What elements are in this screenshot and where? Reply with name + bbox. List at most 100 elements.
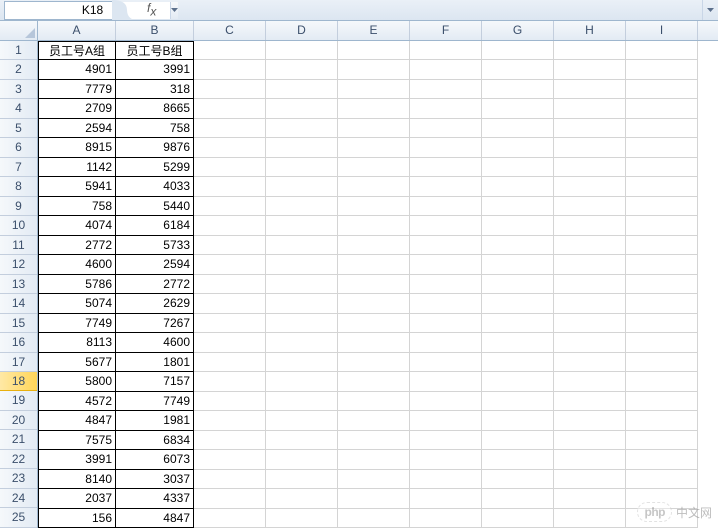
cell-E25[interactable] <box>338 509 410 528</box>
cell-H12[interactable] <box>554 255 626 274</box>
cell-C1[interactable] <box>194 41 266 60</box>
cell-E14[interactable] <box>338 294 410 313</box>
cell-F25[interactable] <box>410 509 482 528</box>
cell-A11[interactable]: 2772 <box>38 236 116 255</box>
cell-G19[interactable] <box>482 392 554 411</box>
cell-E4[interactable] <box>338 99 410 118</box>
cell-A10[interactable]: 4074 <box>38 216 116 235</box>
cell-H17[interactable] <box>554 353 626 372</box>
cell-H5[interactable] <box>554 119 626 138</box>
row-header-25[interactable]: 25 <box>0 508 37 527</box>
cell-A6[interactable]: 8915 <box>38 138 116 157</box>
cell-I12[interactable] <box>626 255 698 274</box>
cell-D12[interactable] <box>266 255 338 274</box>
cell-I15[interactable] <box>626 314 698 333</box>
cell-F3[interactable] <box>410 80 482 99</box>
row-header-5[interactable]: 5 <box>0 119 37 138</box>
cell-D7[interactable] <box>266 158 338 177</box>
cell-B4[interactable]: 8665 <box>116 99 194 118</box>
cell-C8[interactable] <box>194 177 266 196</box>
cell-F8[interactable] <box>410 177 482 196</box>
cell-I16[interactable] <box>626 333 698 352</box>
cell-F20[interactable] <box>410 411 482 430</box>
cell-F19[interactable] <box>410 392 482 411</box>
cell-H25[interactable] <box>554 509 626 528</box>
cell-D20[interactable] <box>266 411 338 430</box>
cell-D15[interactable] <box>266 314 338 333</box>
cell-G21[interactable] <box>482 431 554 450</box>
row-header-24[interactable]: 24 <box>0 489 37 508</box>
cell-E24[interactable] <box>338 489 410 508</box>
cell-H4[interactable] <box>554 99 626 118</box>
cell-F23[interactable] <box>410 470 482 489</box>
cell-G13[interactable] <box>482 275 554 294</box>
cell-D4[interactable] <box>266 99 338 118</box>
cell-B16[interactable]: 4600 <box>116 333 194 352</box>
cell-B1[interactable]: 员工号B组 <box>116 41 194 60</box>
cell-I17[interactable] <box>626 353 698 372</box>
cell-F14[interactable] <box>410 294 482 313</box>
cell-G3[interactable] <box>482 80 554 99</box>
cell-E16[interactable] <box>338 333 410 352</box>
cell-B5[interactable]: 758 <box>116 119 194 138</box>
cell-C24[interactable] <box>194 489 266 508</box>
cell-C23[interactable] <box>194 470 266 489</box>
column-header-a[interactable]: A <box>38 21 116 40</box>
cell-A22[interactable]: 3991 <box>38 450 116 469</box>
cell-I10[interactable] <box>626 216 698 235</box>
row-header-4[interactable]: 4 <box>0 99 37 118</box>
cell-H13[interactable] <box>554 275 626 294</box>
cell-B10[interactable]: 6184 <box>116 216 194 235</box>
cell-G15[interactable] <box>482 314 554 333</box>
cell-E5[interactable] <box>338 119 410 138</box>
row-header-19[interactable]: 19 <box>0 391 37 410</box>
cell-G9[interactable] <box>482 197 554 216</box>
cell-G11[interactable] <box>482 236 554 255</box>
cell-A24[interactable]: 2037 <box>38 489 116 508</box>
cell-A7[interactable]: 1142 <box>38 158 116 177</box>
cell-C3[interactable] <box>194 80 266 99</box>
cell-F16[interactable] <box>410 333 482 352</box>
cell-G6[interactable] <box>482 138 554 157</box>
cell-A23[interactable]: 8140 <box>38 470 116 489</box>
cell-I23[interactable] <box>626 470 698 489</box>
cell-F21[interactable] <box>410 431 482 450</box>
cell-D9[interactable] <box>266 197 338 216</box>
row-header-10[interactable]: 10 <box>0 216 37 235</box>
cell-A19[interactable]: 4572 <box>38 392 116 411</box>
column-header-i[interactable]: I <box>626 21 698 40</box>
cell-E9[interactable] <box>338 197 410 216</box>
cell-G16[interactable] <box>482 333 554 352</box>
cell-H8[interactable] <box>554 177 626 196</box>
cell-E23[interactable] <box>338 470 410 489</box>
cell-A9[interactable]: 758 <box>38 197 116 216</box>
column-header-h[interactable]: H <box>554 21 626 40</box>
cell-B9[interactable]: 5440 <box>116 197 194 216</box>
cell-D1[interactable] <box>266 41 338 60</box>
cell-C20[interactable] <box>194 411 266 430</box>
cell-F6[interactable] <box>410 138 482 157</box>
cell-B2[interactable]: 3991 <box>116 60 194 79</box>
cell-H15[interactable] <box>554 314 626 333</box>
cell-A5[interactable]: 2594 <box>38 119 116 138</box>
cell-I21[interactable] <box>626 431 698 450</box>
column-header-g[interactable]: G <box>482 21 554 40</box>
cell-C7[interactable] <box>194 158 266 177</box>
cell-I6[interactable] <box>626 138 698 157</box>
cell-D13[interactable] <box>266 275 338 294</box>
cell-G17[interactable] <box>482 353 554 372</box>
cell-G14[interactable] <box>482 294 554 313</box>
cell-A20[interactable]: 4847 <box>38 411 116 430</box>
cell-A21[interactable]: 7575 <box>38 431 116 450</box>
cell-B17[interactable]: 1801 <box>116 353 194 372</box>
cell-D6[interactable] <box>266 138 338 157</box>
cell-C21[interactable] <box>194 431 266 450</box>
formula-bar-expand-button[interactable] <box>702 0 718 20</box>
cell-F4[interactable] <box>410 99 482 118</box>
cell-F1[interactable] <box>410 41 482 60</box>
cell-A2[interactable]: 4901 <box>38 60 116 79</box>
cell-I1[interactable] <box>626 41 698 60</box>
cell-H20[interactable] <box>554 411 626 430</box>
cell-A3[interactable]: 7779 <box>38 80 116 99</box>
cell-E19[interactable] <box>338 392 410 411</box>
